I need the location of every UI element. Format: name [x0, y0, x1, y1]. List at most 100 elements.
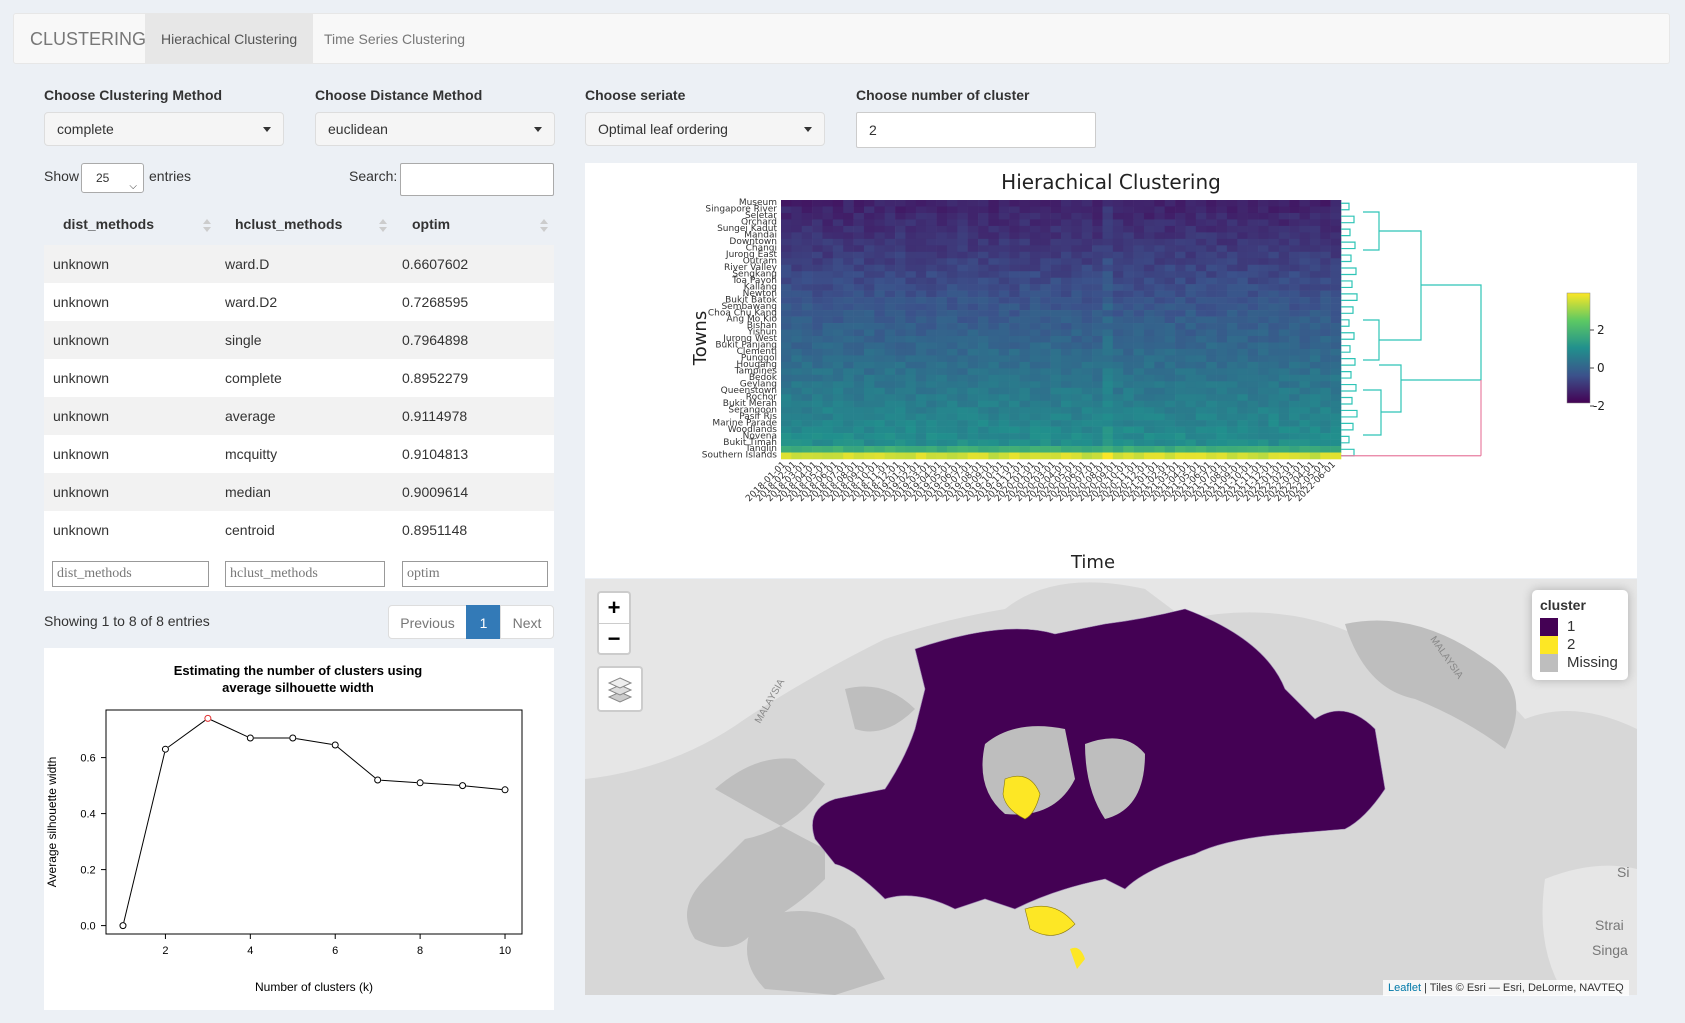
map-panel[interactable]: MALAYSIA MALAYSIA Si Strai Singa	[585, 579, 1637, 995]
heatmap-cell	[1278, 271, 1290, 278]
heatmap-cell	[957, 400, 968, 408]
filter-hclust-methods[interactable]: hclust_methods	[225, 561, 385, 587]
heatmap-cell	[988, 446, 1000, 453]
entries-per-page-select[interactable]: 25 ⌵	[81, 163, 144, 193]
layers-control-button[interactable]	[597, 666, 643, 712]
heatmap-cell	[1164, 245, 1176, 253]
heatmap-cell	[988, 271, 1000, 278]
heatmap-cell	[1009, 420, 1020, 427]
heatmap-cell	[1330, 238, 1342, 246]
page-1-button[interactable]: 1	[466, 605, 501, 639]
cell-dist-methods: unknown	[53, 256, 110, 272]
leaflet-link[interactable]: Leaflet	[1388, 982, 1421, 994]
clustering-method-select[interactable]: complete	[44, 112, 284, 146]
table-row[interactable]: unknown complete 0.8952279	[44, 359, 554, 397]
next-page-button[interactable]: Next	[500, 605, 554, 639]
heatmap-cell	[884, 323, 896, 330]
column-header-dist-methods[interactable]: dist_methods	[63, 216, 154, 232]
map-place-label: Strai	[1595, 917, 1624, 933]
heatmap-cell	[1216, 420, 1228, 427]
dendrogram-branch	[1341, 332, 1355, 340]
heatmap-cell	[1040, 277, 1051, 285]
map-canvas[interactable]: MALAYSIA MALAYSIA Si Strai Singa	[585, 579, 1637, 995]
heatmap-cell	[1029, 329, 1041, 337]
heatmap-cell	[946, 271, 958, 278]
search-input[interactable]	[400, 163, 554, 196]
zoom-in-button[interactable]: +	[599, 593, 629, 624]
heatmap-cell	[1226, 433, 1238, 440]
heatmap-cell	[1309, 297, 1321, 304]
distance-method-select[interactable]: euclidean	[315, 112, 555, 146]
heatmap-cell	[936, 245, 948, 253]
heatmap-cell	[791, 271, 803, 278]
tab-hierarchical-clustering[interactable]: Hierachical Clustering	[145, 14, 314, 64]
dendrogram-branch	[1341, 254, 1352, 263]
heatmap-cell	[1185, 200, 1197, 207]
table-row[interactable]: unknown single 0.7964898	[44, 321, 554, 359]
heatmap-cell	[1299, 219, 1311, 227]
column-header-hclust-methods[interactable]: hclust_methods	[235, 216, 342, 232]
navbar-brand[interactable]: CLUSTERING	[30, 14, 146, 64]
heatmap-cell	[1237, 452, 1248, 460]
table-row[interactable]: unknown ward.D2 0.7268595	[44, 283, 554, 321]
table-row[interactable]: unknown median 0.9009614	[44, 473, 554, 511]
filter-optim[interactable]: optim	[402, 561, 548, 587]
heatmap-cell	[1185, 329, 1197, 337]
heatmap-cell	[1206, 400, 1217, 408]
heatmap-cell	[936, 206, 948, 214]
heatmap-cell	[988, 413, 1000, 421]
heatmap-cell	[1175, 433, 1186, 440]
table-row[interactable]: unknown mcquitty 0.9104813	[44, 435, 554, 473]
heatmap-cell	[1247, 264, 1259, 272]
heatmap-cell	[1061, 420, 1072, 427]
column-header-optim[interactable]: optim	[412, 216, 450, 232]
heatmap-cell	[781, 232, 792, 240]
heatmap-cell	[1226, 368, 1238, 376]
heatmap-cell	[998, 439, 1010, 447]
heatmap-cell	[1164, 251, 1176, 259]
heatmap-cell	[781, 426, 792, 434]
filter-dist-methods[interactable]: dist_methods	[52, 561, 209, 587]
heatmap-cell	[781, 355, 792, 363]
heatmap-cell	[1112, 206, 1124, 214]
heatmap-cell	[791, 297, 803, 304]
zoom-out-button[interactable]: −	[599, 624, 629, 654]
heatmap-cell	[1195, 433, 1207, 440]
heatmap-cell	[832, 355, 844, 363]
heatmap-cell	[1019, 407, 1031, 414]
heatmap-cell	[1071, 232, 1083, 240]
heatmap-cells[interactable]	[781, 200, 1342, 460]
heatmap-cell	[926, 426, 937, 434]
previous-page-button[interactable]: Previous	[388, 605, 467, 639]
heatmap-cell	[936, 335, 948, 343]
heatmap-cell	[1247, 374, 1259, 382]
table-row[interactable]: unknown ward.D 0.6607602	[44, 245, 554, 283]
heatmap-cell	[1071, 303, 1083, 311]
table-row[interactable]: unknown average 0.9114978	[44, 397, 554, 435]
table-row[interactable]: unknown centroid 0.8951148	[44, 511, 554, 549]
seriate-select[interactable]: Optimal leaf ordering	[585, 112, 825, 146]
heatmap-cell	[853, 335, 865, 343]
tab-time-series-clustering[interactable]: Time Series Clustering	[308, 14, 481, 64]
heatmap-cell	[1133, 310, 1145, 317]
num-clusters-input[interactable]: 2	[856, 112, 1096, 148]
heatmap-cell	[1112, 219, 1124, 227]
heatmap-cell	[1071, 426, 1083, 434]
heatmap-cell	[998, 323, 1010, 330]
heatmap-cell	[957, 439, 968, 447]
heatmap-cell	[822, 310, 834, 317]
heatmap-cell	[915, 212, 927, 220]
heatmap-cell	[978, 420, 989, 427]
heatmap-cell	[1123, 368, 1134, 376]
heatmap-cell	[1092, 452, 1103, 460]
y-tick-label: 0.2	[80, 865, 95, 877]
heatmap-cell	[1206, 251, 1217, 259]
heatmap-cell	[1195, 387, 1207, 395]
heatmap-cell	[863, 446, 875, 453]
heatmap-cell	[957, 219, 968, 227]
heatmap-cell	[1247, 342, 1259, 350]
heatmap-cell	[1289, 420, 1300, 427]
heatmap-cell	[978, 290, 989, 298]
heatmap-cell	[1268, 413, 1280, 421]
heatmap-cell	[832, 394, 844, 402]
